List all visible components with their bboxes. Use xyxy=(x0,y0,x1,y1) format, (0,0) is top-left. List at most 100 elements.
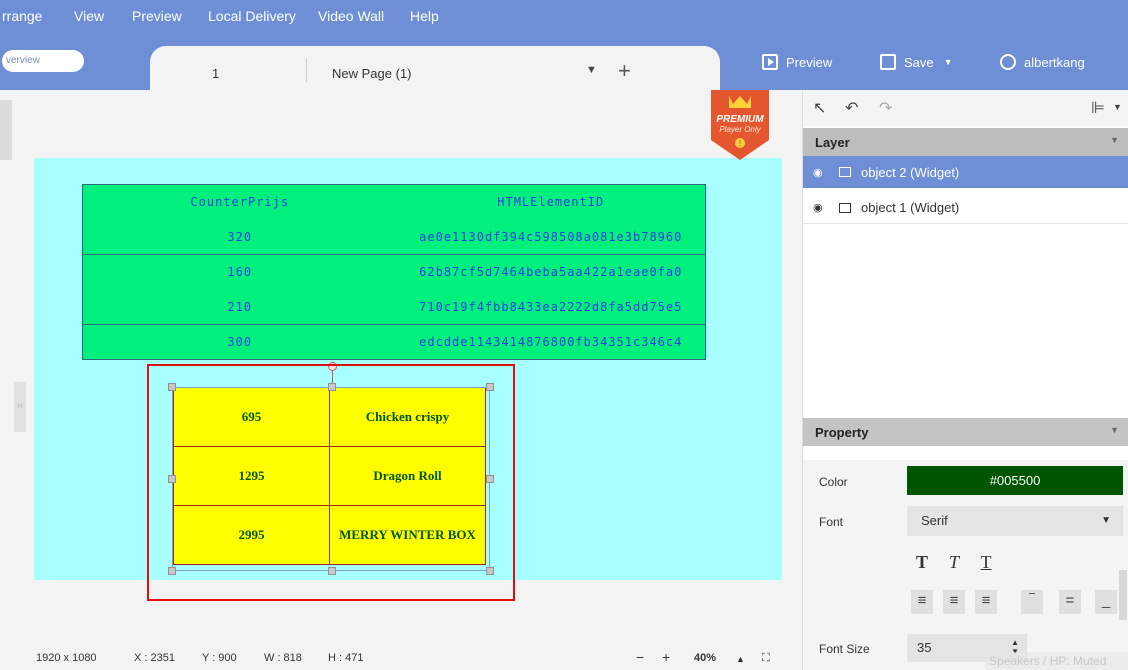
table-row: 160 62b87cf5d7464beba5aa422a1eae0fa0 xyxy=(82,254,706,290)
system-toast: Speakers / HP: Muted xyxy=(985,652,1128,670)
table-cell: 300 xyxy=(82,324,397,360)
font-label: Font xyxy=(819,515,844,529)
save-caret-icon[interactable]: ▼ xyxy=(944,57,953,67)
right-panel: ↖ ↶ ↷ ⊫ ▼ Layer ▼ ◉ object 2 (Widget) ◉ … xyxy=(802,90,1128,670)
page-number: 1 xyxy=(212,66,220,81)
eye-icon[interactable]: ◉ xyxy=(813,166,831,179)
table-header-cell: CounterPrijs xyxy=(190,195,290,210)
font-select-value: Serif xyxy=(921,513,948,528)
table-cell: 62b87cf5d7464beba5aa422a1eae0fa0 xyxy=(396,254,706,290)
undo-icon[interactable]: ↶ xyxy=(845,98,858,118)
table-row: 320 ae0e1130df394c598508a081e3b78960 xyxy=(83,220,706,255)
scrollbar[interactable] xyxy=(1119,570,1127,620)
size-width: W : 818 xyxy=(264,652,302,664)
menu-preview[interactable]: Preview xyxy=(132,8,182,24)
menu-help[interactable]: Help xyxy=(410,8,439,24)
color-label: Color xyxy=(819,475,848,489)
caret-down-icon[interactable]: ▼ xyxy=(586,64,597,76)
overview-button[interactable]: verview xyxy=(2,50,84,72)
align-center-button[interactable]: ≡ xyxy=(943,590,965,614)
table-row: 300 edcdde1143414876800fb34351c346c4 xyxy=(82,324,706,360)
underline-button[interactable]: T xyxy=(975,552,997,576)
menu-arrange[interactable]: rrange xyxy=(2,8,42,24)
layer-panel-title: Layer xyxy=(815,135,850,150)
premium-badge: PREMIUM Player Only ! xyxy=(711,90,769,160)
save-button[interactable]: Save ▼ xyxy=(880,54,953,70)
menu-local-delivery[interactable]: Local Delivery xyxy=(208,8,296,24)
left-panel-edge xyxy=(0,100,12,160)
user-name: albertkang xyxy=(1024,54,1085,70)
table-header-cell: HTMLElementID xyxy=(497,195,605,210)
redo-icon[interactable]: ↷ xyxy=(879,98,892,118)
premium-title: PREMIUM xyxy=(716,114,764,125)
align-right-button[interactable]: ≡ xyxy=(975,590,997,614)
font-select[interactable]: Serif ▼ xyxy=(907,506,1123,536)
color-picker[interactable]: #005500 xyxy=(907,466,1123,495)
chevron-down-icon: ▼ xyxy=(1101,515,1111,526)
layer-item[interactable]: ◉ object 1 (Widget) xyxy=(803,192,1128,224)
save-label: Save xyxy=(904,54,934,70)
table-cell: 710c19f4fbb8433ea2222d8fa5dd75e5 xyxy=(419,299,683,314)
table-cell: ae0e1130df394c598508a081e3b78960 xyxy=(419,229,683,244)
menu-video-wall[interactable]: Video Wall xyxy=(318,8,384,24)
menu-bar: rrange View Preview Local Delivery Video… xyxy=(0,0,1128,32)
layer-item[interactable]: ◉ object 2 (Widget) xyxy=(803,156,1128,188)
table-cell: 320 xyxy=(227,229,253,244)
svg-text:!: ! xyxy=(739,139,742,148)
status-bar: 1920 x 1080 X : 2351 Y : 900 W : 818 H :… xyxy=(0,648,800,670)
align-icon[interactable]: ⊫ xyxy=(1091,98,1105,118)
valign-top-button[interactable]: ‾ xyxy=(1021,590,1043,614)
pointer-icon[interactable]: ↖ xyxy=(813,98,826,118)
table-cell: edcdde1143414876800fb34351c346c4 xyxy=(396,324,706,360)
tool-row: ↖ ↶ ↷ ⊫ ▼ xyxy=(803,90,1128,126)
table-cell: 160 xyxy=(82,254,397,290)
layer-item-label: object 1 (Widget) xyxy=(861,200,960,215)
zoom-level[interactable]: 40% xyxy=(694,652,716,664)
font-size-label: Font Size xyxy=(819,642,870,656)
property-panel-header[interactable]: Property ▼ xyxy=(803,418,1128,446)
position-y: Y : 900 xyxy=(202,652,237,664)
bold-button[interactable]: T xyxy=(911,552,933,576)
zoom-caret-icon[interactable]: ▲ xyxy=(736,654,745,664)
align-left-button[interactable]: ≡ xyxy=(911,590,933,614)
menu-view[interactable]: View xyxy=(74,8,104,24)
preview-button[interactable]: Preview xyxy=(762,54,832,70)
counter-table-widget[interactable]: CounterPrijs HTMLElementID 320 ae0e1130d… xyxy=(82,184,706,360)
page-name[interactable]: New Page (1) xyxy=(332,66,411,81)
play-icon xyxy=(762,54,778,70)
table-row: 210 710c19f4fbb8433ea2222d8fa5dd75e5 xyxy=(83,290,706,325)
position-x: X : 2351 xyxy=(134,652,175,664)
align-caret-icon[interactable]: ▼ xyxy=(1113,102,1122,112)
collapse-icon[interactable]: ▼ xyxy=(1110,135,1119,145)
font-size-value: 35 xyxy=(917,640,932,655)
widget-icon xyxy=(839,167,851,177)
collapse-icon[interactable]: ▼ xyxy=(1110,425,1119,435)
italic-button[interactable]: T xyxy=(943,552,965,576)
highlight-box xyxy=(147,364,515,601)
valign-bottom-button[interactable]: _ xyxy=(1095,590,1117,614)
size-height: H : 471 xyxy=(328,652,364,664)
user-avatar-icon xyxy=(1000,54,1016,70)
property-body: Color #005500 Font Serif ▼ T T T ≡ ≡ ≡ ‾… xyxy=(803,460,1128,670)
layer-item-label: object 2 (Widget) xyxy=(861,164,960,180)
page-tab[interactable]: 1 New Page (1) ▼ + xyxy=(150,46,720,90)
fullscreen-icon[interactable]: ⛶ xyxy=(762,652,770,665)
tab-divider xyxy=(306,58,307,82)
premium-subtitle: Player Only xyxy=(719,125,761,134)
table-header-row: CounterPrijs HTMLElementID xyxy=(83,185,706,220)
property-panel-title: Property xyxy=(815,425,869,440)
table-cell: 210 xyxy=(227,299,253,314)
collapse-handle-icon[interactable]: ‹‹ xyxy=(14,382,26,432)
zoom-in-icon[interactable]: + xyxy=(662,649,670,665)
save-icon xyxy=(880,54,896,70)
preview-label: Preview xyxy=(786,54,833,70)
tab-bar: verview 1 New Page (1) ▼ + Preview Save … xyxy=(0,32,1128,90)
add-page-icon[interactable]: + xyxy=(618,58,631,84)
user-menu[interactable]: albertkang xyxy=(1000,54,1085,70)
valign-middle-button[interactable]: = xyxy=(1059,590,1081,614)
eye-icon[interactable]: ◉ xyxy=(813,201,831,214)
canvas-resolution: 1920 x 1080 xyxy=(36,652,97,664)
widget-icon xyxy=(839,202,851,213)
layer-panel-header[interactable]: Layer ▼ xyxy=(803,128,1128,156)
zoom-out-icon[interactable]: − xyxy=(636,649,644,665)
